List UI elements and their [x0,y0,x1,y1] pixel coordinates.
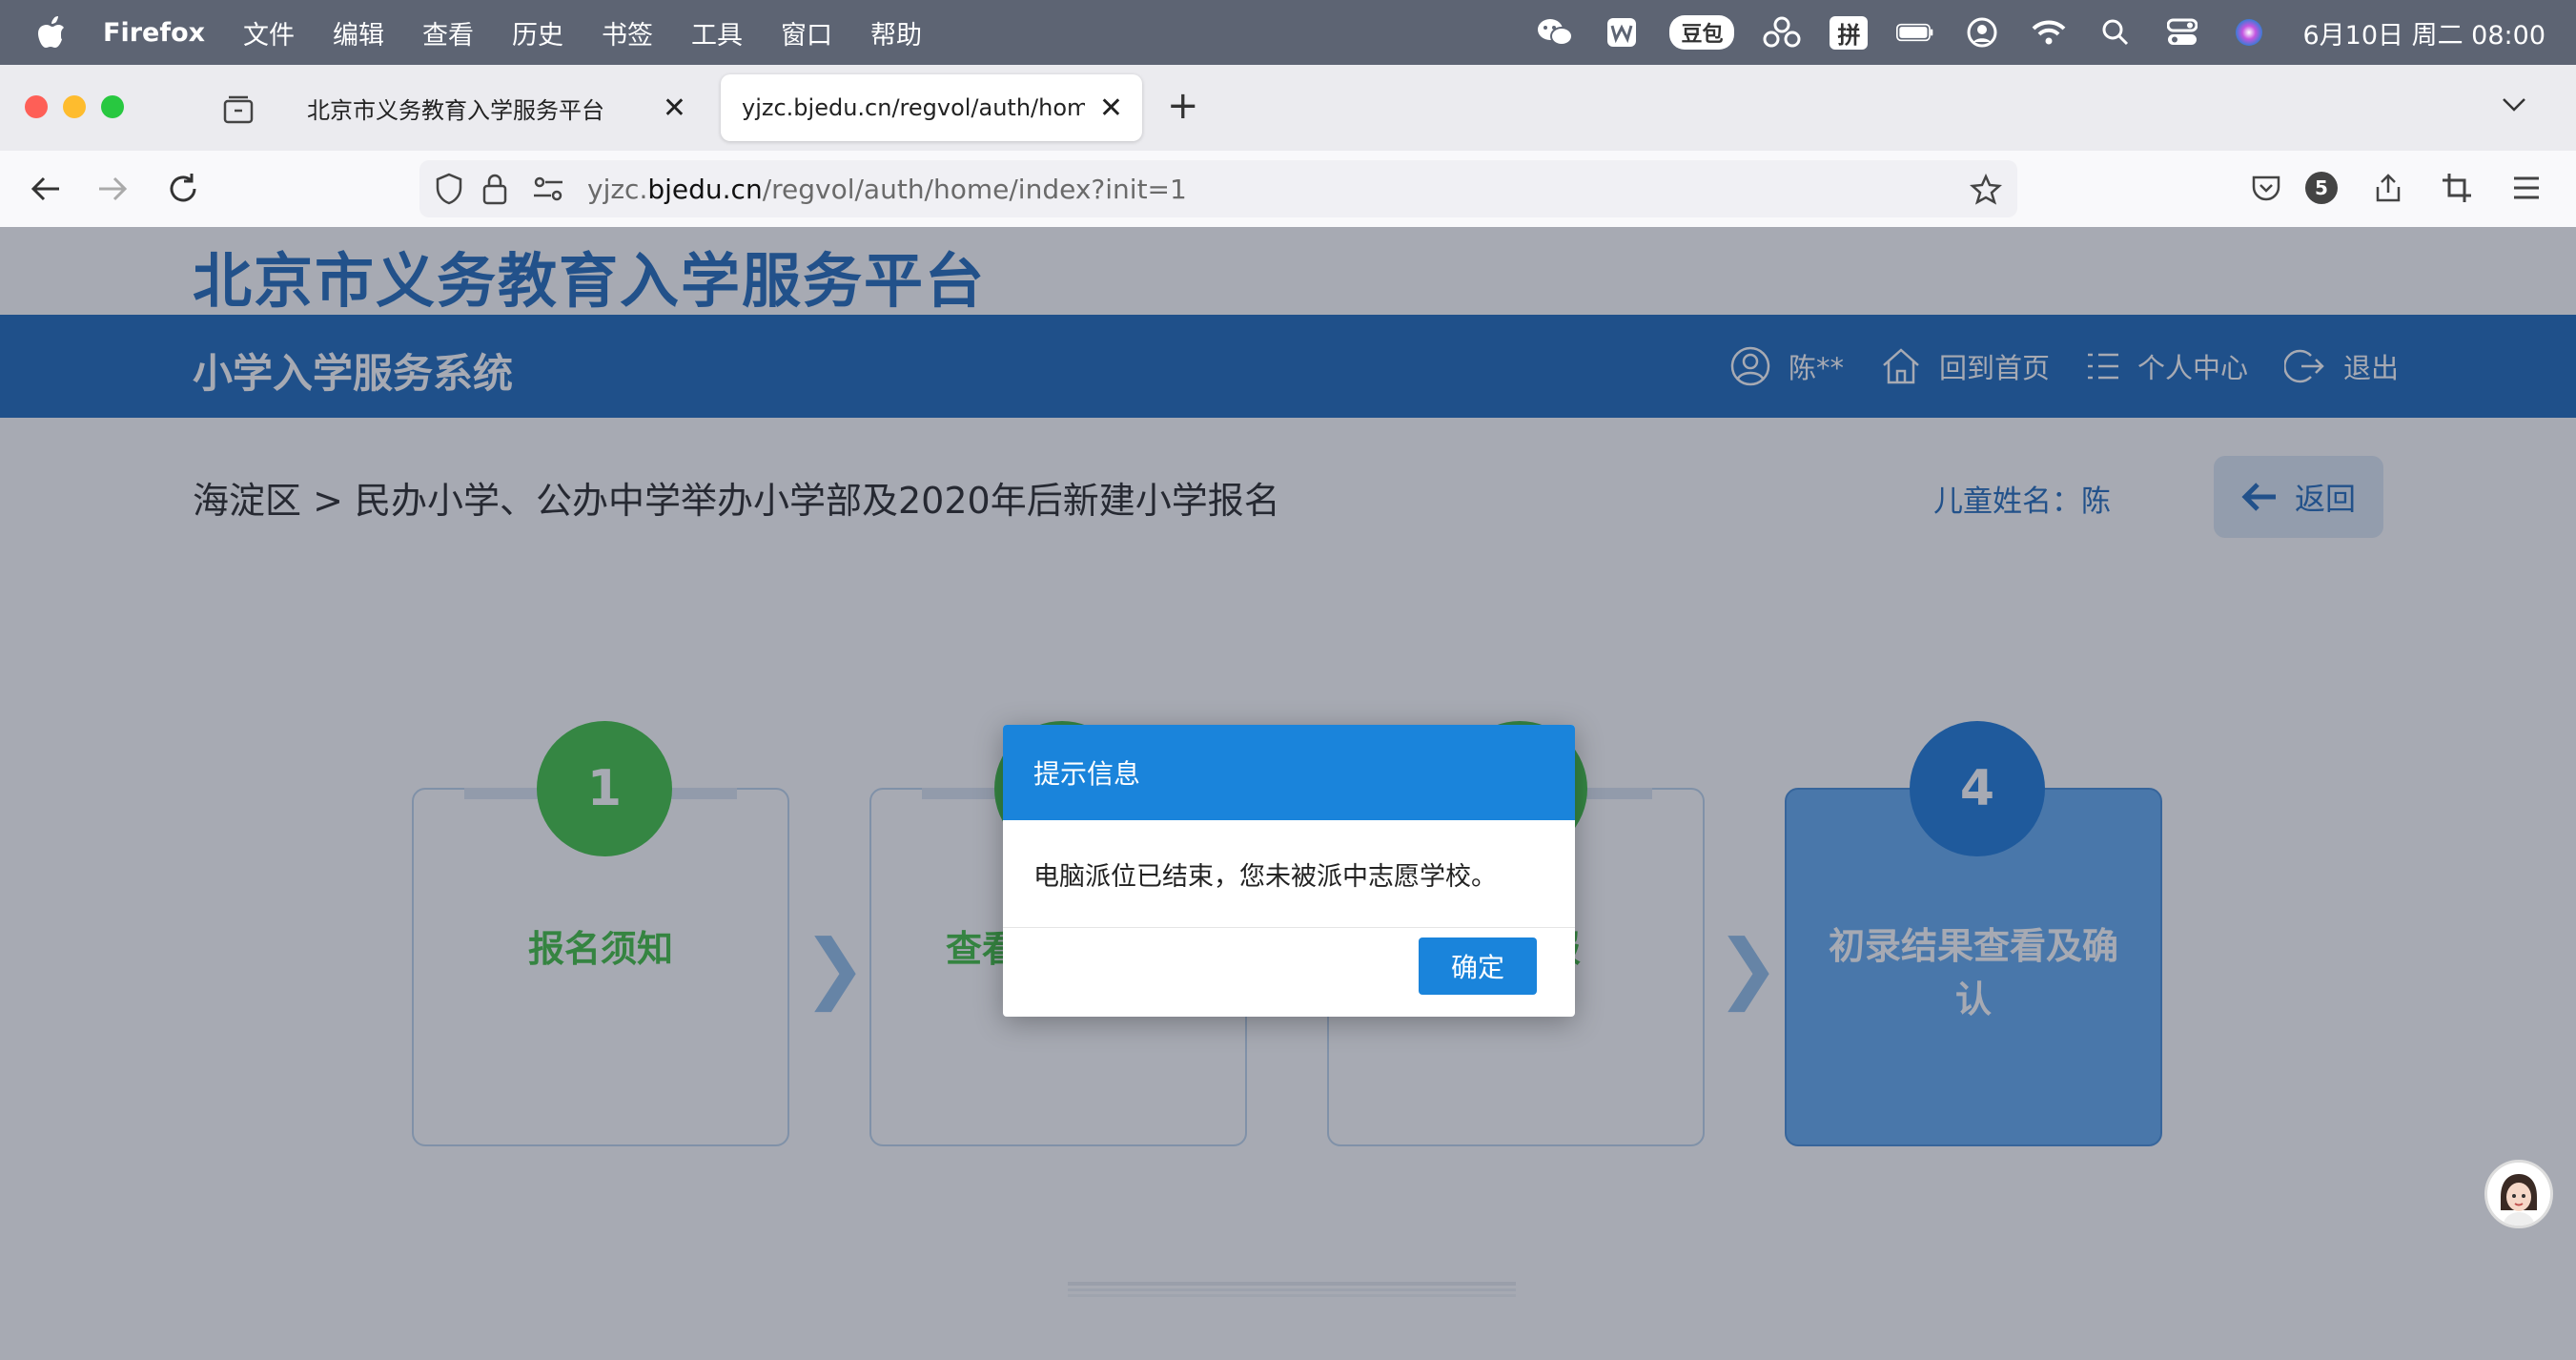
siri-icon[interactable] [2230,13,2268,52]
wechat-icon[interactable] [1536,13,1574,52]
spotlight-search-icon[interactable] [2096,13,2135,52]
tracking-shield-icon[interactable] [433,172,465,206]
window-minimize-button[interactable] [63,95,86,118]
app-menu-firefox[interactable]: Firefox [103,18,205,48]
tab-close-icon[interactable]: ✕ [1099,92,1123,125]
connect-icon[interactable] [1763,13,1801,52]
url-text[interactable]: yjzc.bjedu.cn/regvol/auth/home/index?ini… [587,174,1187,205]
assistant-avatar-button[interactable] [2484,1160,2553,1228]
firefox-view-icon[interactable] [221,93,256,126]
menu-view[interactable]: 查看 [422,14,474,52]
tab-enrollment-platform[interactable]: 北京市义务教育入学服务平台 ✕ [286,74,705,141]
menu-bar-status-area: 豆包 拼 6月10日 周二 08:00 [1536,0,2545,65]
menu-file[interactable]: 文件 [243,14,295,52]
site-permissions-icon[interactable] [532,175,564,202]
browser-nav-bar: yjzc.bjedu.cn/regvol/auth/home/index?ini… [0,151,2576,228]
menu-bookmarks[interactable]: 书签 [602,14,653,52]
menu-window[interactable]: 窗口 [781,14,832,52]
tab-title: 北京市义务教育入学服务平台 [307,96,604,124]
assistant-avatar-icon [2487,1163,2550,1226]
window-close-button[interactable] [25,95,48,118]
confirm-button[interactable]: 确定 [1419,938,1537,995]
macos-menu-bar: Firefox 文件 编辑 查看 历史 书签 工具 窗口 帮助 豆包 拼 6月1… [0,0,2576,65]
window-zoom-button[interactable] [101,95,124,118]
extensions-count-badge[interactable]: 5 [2305,172,2338,204]
share-icon[interactable] [2372,172,2404,204]
wifi-icon[interactable] [2030,13,2068,52]
wps-icon[interactable] [1603,13,1641,52]
back-arrow-icon[interactable] [27,170,65,208]
browser-tab-bar: 北京市义务教育入学服务平台 ✕ yjzc.bjedu.cn/regvol/aut… [0,65,2576,152]
lock-icon[interactable] [480,172,509,206]
tab-title: yjzc.bjedu.cn/regvol/auth/home/index?ini… [742,94,1085,121]
info-dialog: 提示信息 电脑派位已结束，您未被派中志愿学校。 确定 [1003,725,1575,1017]
menu-tools[interactable]: 工具 [691,14,743,52]
menu-history[interactable]: 历史 [512,14,563,52]
pocket-icon[interactable] [2250,172,2282,204]
battery-icon[interactable] [1896,13,1934,52]
new-tab-button[interactable]: + [1167,84,1199,128]
dialog-message: 电脑派位已结束，您未被派中志愿学校。 [1003,820,1575,928]
bookmark-star-icon[interactable] [1970,174,2002,206]
hamburger-menu-icon[interactable] [2511,174,2542,202]
address-bar[interactable]: yjzc.bjedu.cn/regvol/auth/home/index?ini… [419,160,2017,217]
input-method-indicator[interactable]: 拼 [1830,15,1869,50]
dialog-footer: 确定 [1003,928,1575,1017]
user-account-icon[interactable] [1963,13,2001,52]
reload-icon[interactable] [164,170,202,208]
tab-close-icon[interactable]: ✕ [663,92,686,125]
doubao-badge[interactable]: 豆包 [1669,15,1735,50]
chevron-down-icon[interactable] [2500,90,2528,118]
screenshot-crop-icon[interactable] [2441,172,2473,204]
menu-help[interactable]: 帮助 [870,14,922,52]
control-center-icon[interactable] [2163,13,2201,52]
forward-arrow-icon[interactable] [93,170,132,208]
tab-current-page[interactable]: yjzc.bjedu.cn/regvol/auth/home/index?ini… [721,74,1142,141]
menu-edit[interactable]: 编辑 [333,14,384,52]
web-page: 北京市义务教育入学服务平台 小学入学服务系统 陈** 回到首页 个人中心 退出 … [0,227,2576,1360]
apple-icon[interactable] [36,15,67,50]
menu-bar-clock[interactable]: 6月10日 周二 08:00 [2302,14,2545,52]
dialog-title: 提示信息 [1003,725,1575,820]
